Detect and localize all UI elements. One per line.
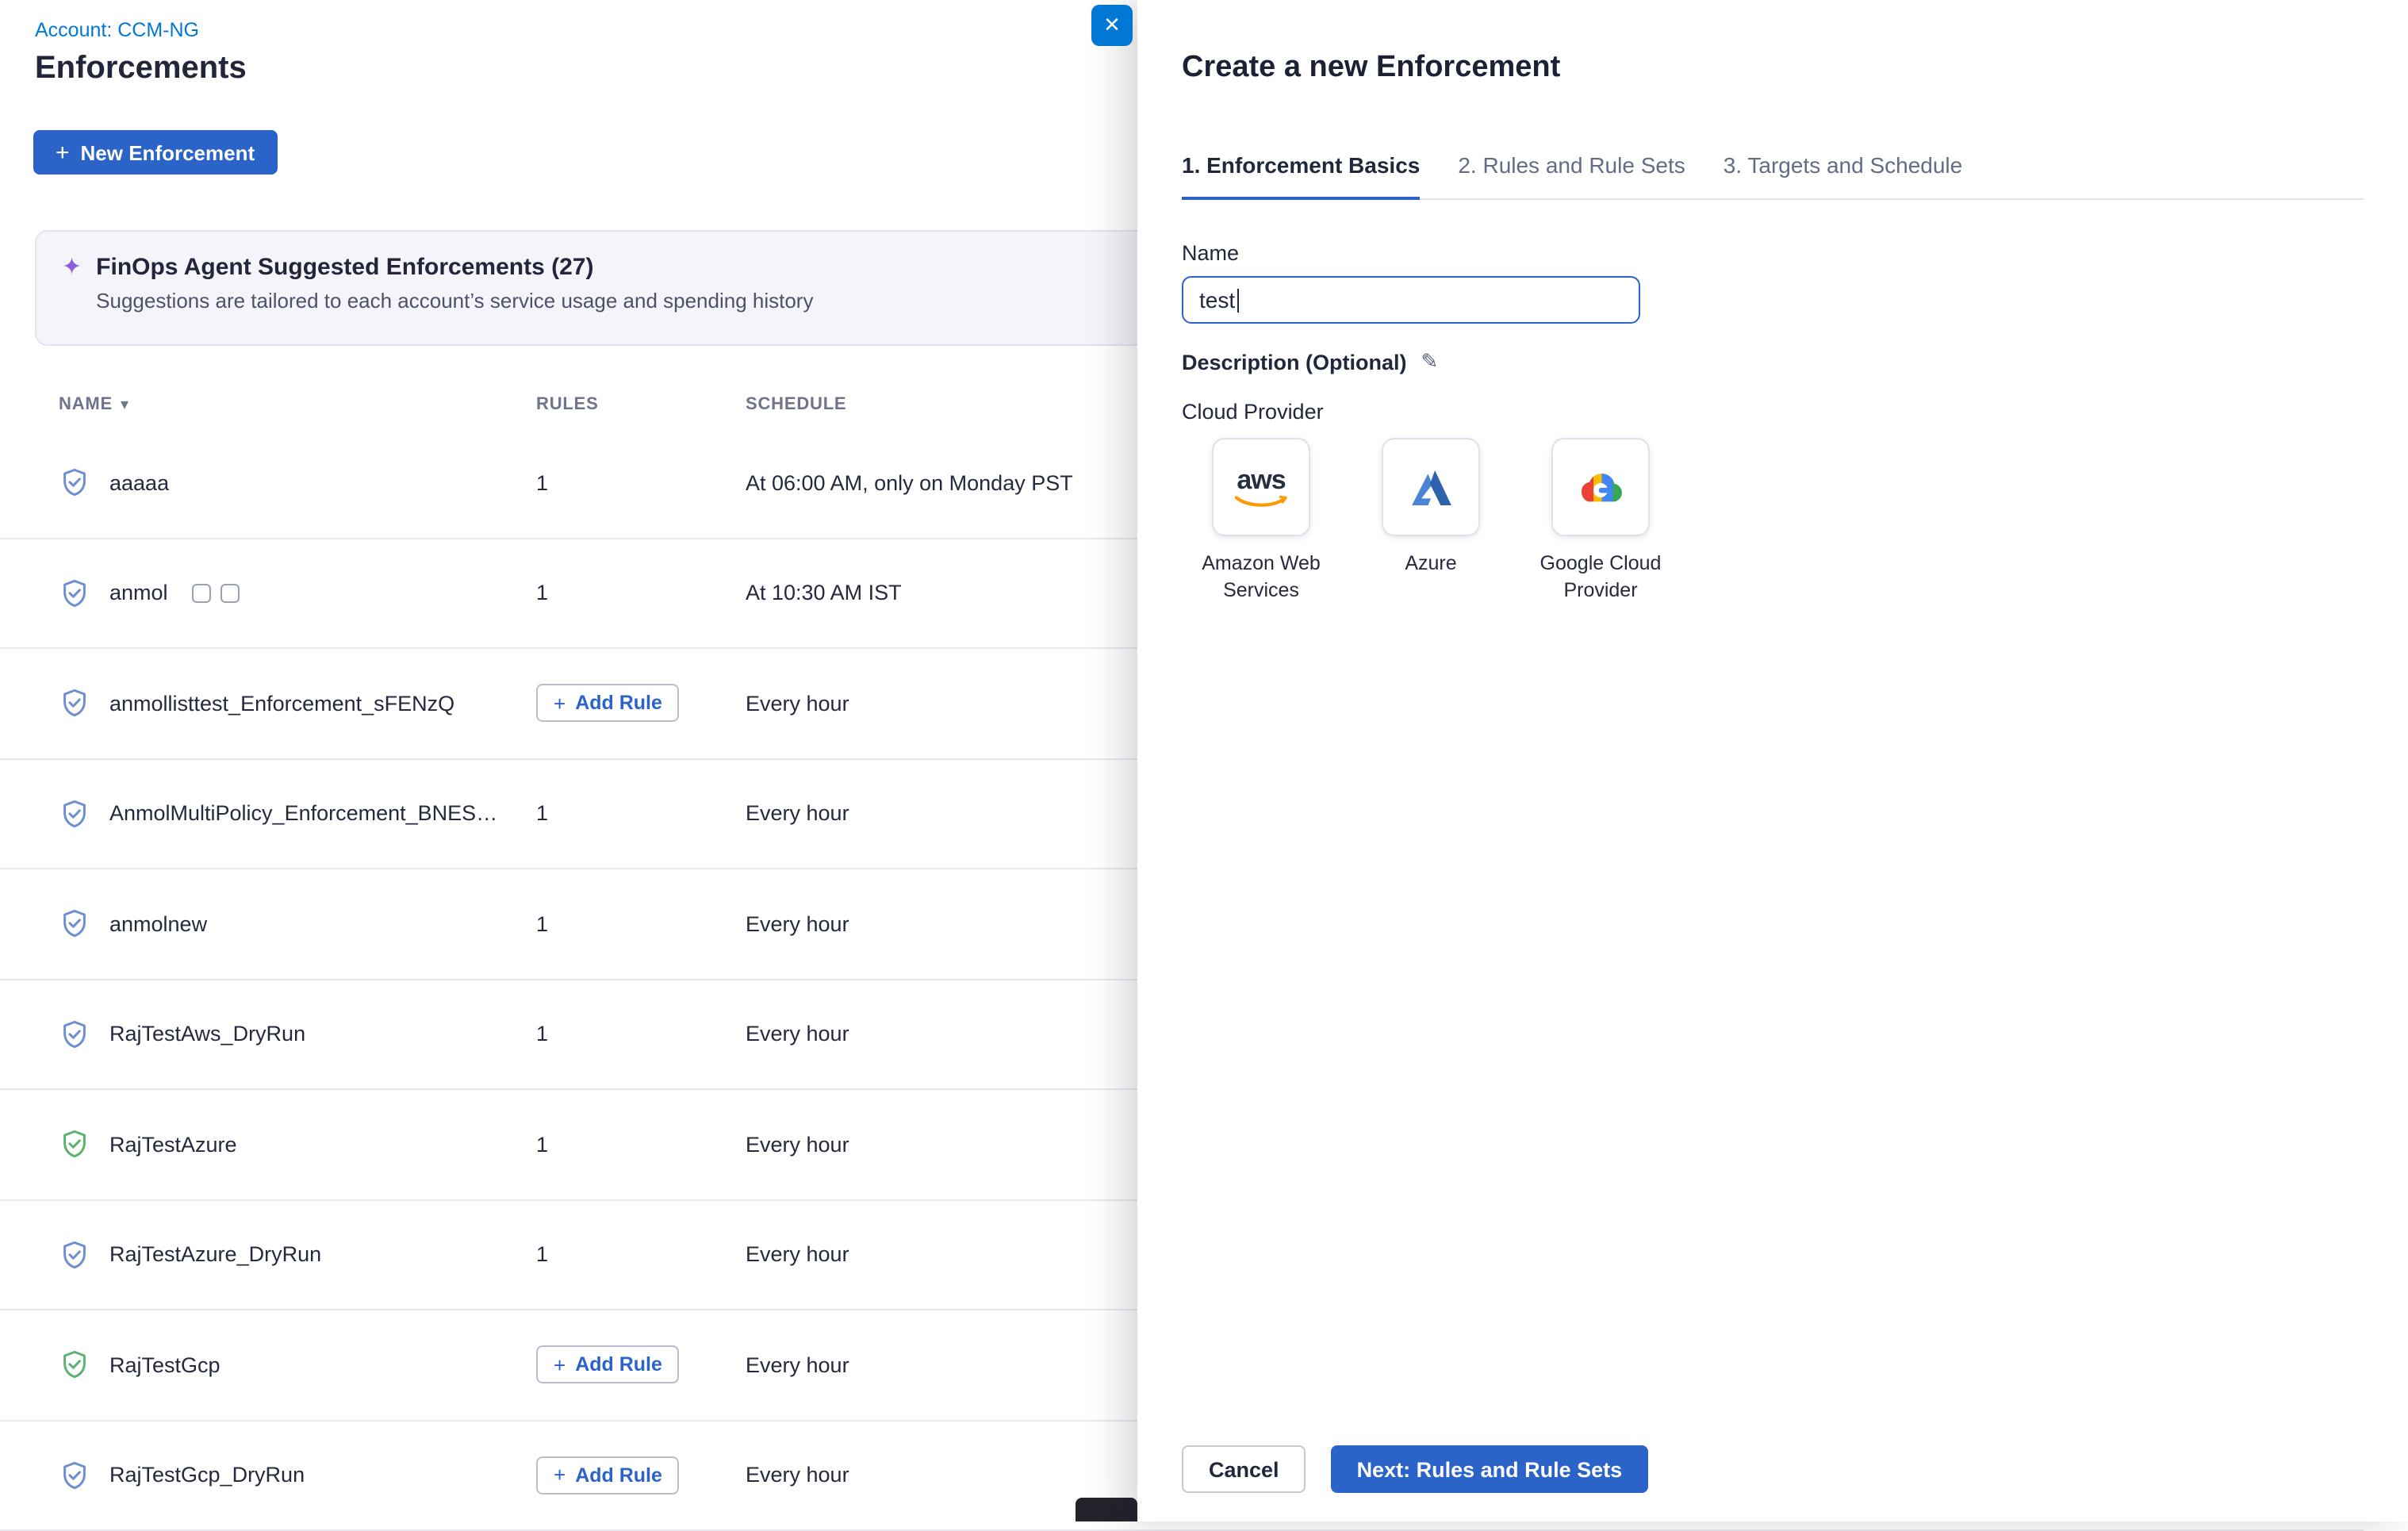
suggestions-card-subtitle: Suggestions are tailored to each account… xyxy=(96,289,813,313)
edit-icon[interactable]: ✎ xyxy=(1421,349,1439,374)
row-rules: 1 xyxy=(536,802,746,826)
row-rules: +Add Rule xyxy=(536,1456,746,1495)
row-rules: 1 xyxy=(536,1243,746,1267)
row-badges xyxy=(192,584,240,603)
row-rules: 1 xyxy=(536,912,746,936)
column-name-header[interactable]: NAME ▾ xyxy=(59,395,536,414)
shield-check-icon xyxy=(59,1129,90,1161)
row-rules: 1 xyxy=(536,471,746,495)
next-button[interactable]: Next: Rules and Rule Sets xyxy=(1332,1445,1648,1493)
tab-enforcement-basics[interactable]: 1. Enforcement Basics xyxy=(1182,152,1420,200)
drawer-footer: Cancel Next: Rules and Rule Sets xyxy=(1182,1445,1647,1493)
enforcement-name: AnmolMultiPolicy_Enforcement_BNESsD xyxy=(109,802,500,826)
gcp-logo xyxy=(1574,460,1628,514)
sparkle-icon: ✦ xyxy=(62,254,82,322)
description-label: Description (Optional) xyxy=(1182,350,1407,374)
enforcement-name: aaaaa xyxy=(109,471,169,495)
row-rules: 1 xyxy=(536,1133,746,1157)
name-input[interactable]: test xyxy=(1182,276,1640,324)
breadcrumb[interactable]: Account: CCM-NG xyxy=(35,19,199,41)
cloud-provider-label: Cloud Provider xyxy=(1182,400,2364,424)
name-label: Name xyxy=(1182,241,2364,265)
shield-check-icon xyxy=(59,1460,90,1491)
enforcement-name: RajTestAzure xyxy=(109,1133,237,1157)
badge-icon xyxy=(192,584,211,603)
provider-label-aws: Amazon Web Services xyxy=(1182,551,1340,604)
add-rule-button[interactable]: +Add Rule xyxy=(536,685,680,723)
close-icon: ✕ xyxy=(1103,13,1121,38)
text-caret xyxy=(1237,288,1239,312)
provider-label-azure: Azure xyxy=(1405,551,1456,577)
tab-rules-and-rule-sets[interactable]: 2. Rules and Rule Sets xyxy=(1458,152,1685,198)
provider-card-aws[interactable]: aws Amazon Web Services xyxy=(1182,438,1340,604)
column-rules-header: RULES xyxy=(536,395,746,414)
plus-icon: + xyxy=(56,140,70,164)
enforcement-name: RajTestAzure_DryRun xyxy=(109,1243,321,1267)
screen: Account: CCM-NG Enforcements + New Enfor… xyxy=(0,0,2408,1521)
provider-label-gcp: Google Cloud Provider xyxy=(1521,551,1680,604)
cloud-provider-options: aws Amazon Web Services Azu xyxy=(1182,438,2364,604)
shield-check-icon xyxy=(59,798,90,830)
create-enforcement-drawer: ✕ Create a new Enforcement 1. Enforcemen… xyxy=(1137,0,2408,1521)
tab-targets-and-schedule[interactable]: 3. Targets and Schedule xyxy=(1724,152,1963,198)
add-rule-button[interactable]: +Add Rule xyxy=(536,1346,680,1384)
page-title: Enforcements xyxy=(35,51,247,87)
close-button[interactable]: ✕ xyxy=(1091,5,1133,46)
row-rules: +Add Rule xyxy=(536,685,746,723)
new-enforcement-button[interactable]: + New Enforcement xyxy=(33,130,277,175)
shield-check-icon xyxy=(59,688,90,719)
enforcement-name: anmollisttest_Enforcement_sFENzQ xyxy=(109,692,454,716)
suggestions-card-title: FinOps Agent Suggested Enforcements (27) xyxy=(96,254,813,281)
enforcement-name: anmolnew xyxy=(109,912,207,936)
plus-icon: + xyxy=(554,1355,566,1376)
aws-logo: aws xyxy=(1234,466,1288,508)
shield-check-icon xyxy=(59,1019,90,1050)
badge-icon xyxy=(220,584,240,603)
enforcement-name: RajTestGcp xyxy=(109,1353,220,1377)
shield-check-icon xyxy=(59,1239,90,1271)
new-enforcement-label: New Enforcement xyxy=(81,140,255,164)
name-input-value: test xyxy=(1199,287,1235,313)
sort-caret-icon: ▾ xyxy=(121,396,129,413)
add-rule-button[interactable]: +Add Rule xyxy=(536,1456,680,1495)
shield-check-icon xyxy=(59,908,90,940)
row-rules: +Add Rule xyxy=(536,1346,746,1384)
plus-icon: + xyxy=(554,693,566,714)
provider-card-azure[interactable]: Azure xyxy=(1352,438,1510,604)
enforcement-name: RajTestGcp_DryRun xyxy=(109,1464,305,1487)
shield-check-icon xyxy=(59,467,90,499)
row-rules: 1 xyxy=(536,581,746,605)
enforcement-name: anmol xyxy=(109,581,168,605)
drawer-tabs: 1. Enforcement Basics 2. Rules and Rule … xyxy=(1182,152,2364,200)
row-rules: 1 xyxy=(536,1023,746,1046)
azure-logo xyxy=(1406,462,1455,512)
drawer-title: Create a new Enforcement xyxy=(1182,51,2364,86)
cancel-button[interactable]: Cancel xyxy=(1182,1445,1306,1493)
plus-icon: + xyxy=(554,1465,566,1486)
shield-check-icon xyxy=(59,1349,90,1381)
floating-widget-partial xyxy=(1076,1498,1137,1521)
shield-check-icon xyxy=(59,577,90,609)
provider-card-gcp[interactable]: Google Cloud Provider xyxy=(1521,438,1680,604)
enforcement-name: RajTestAws_DryRun xyxy=(109,1023,305,1046)
